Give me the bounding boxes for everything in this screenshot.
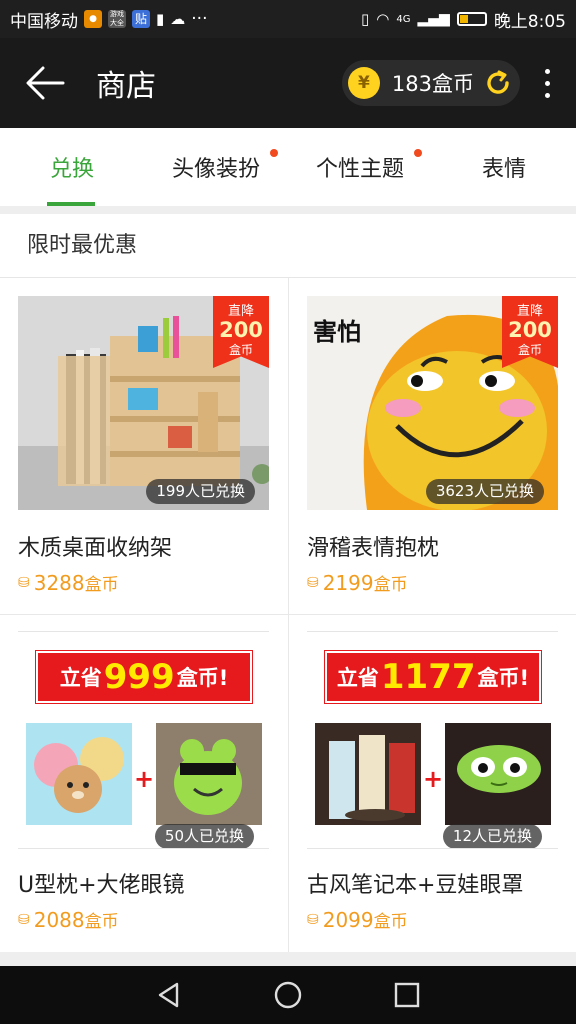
ribbon-text: 直降 [227, 304, 254, 319]
eye-mask-image [445, 723, 551, 825]
alert-icon: ▮ [156, 10, 165, 28]
price-unit: 盒币 [84, 575, 119, 595]
coin-balance: 183盒币 [391, 72, 474, 96]
banner-amount: 1177 [380, 657, 476, 697]
savings-banner: 立省 1177 盒币! [324, 650, 542, 704]
price-value: 3288 [33, 570, 85, 595]
tab-avatar-decoration[interactable]: 头像装扮 [144, 128, 288, 206]
product-price: ⛁ 3288 盒币 [18, 570, 119, 596]
price-value: 2088 [33, 907, 85, 932]
section-title: 限时最优惠 [0, 214, 576, 278]
status-bar: 中国移动 ● 游戏大全 贴 ▮ ☁ ··· ▯ ◠ 4G ▂▄▆ 晚上8:05 [0, 0, 576, 38]
tab-label: 表情 [481, 157, 526, 182]
product-price: ⛁ 2099 盒币 [307, 907, 408, 933]
product-name: U型枕+大佬眼镜 [18, 873, 185, 898]
savings-banner: 立省 999 盒币! [35, 650, 253, 704]
divider [307, 631, 558, 632]
category-tabs: 兑换 头像装扮 个性主题 表情 [0, 128, 576, 206]
price-value: 2199 [322, 570, 374, 595]
coin-stack-icon: ⛁ [307, 911, 319, 928]
divider [307, 848, 558, 849]
coin-stack-icon: ⛁ [307, 574, 319, 591]
frog-sunglasses-image [156, 723, 262, 825]
product-card[interactable]: 立省 1177 盒币! + 12人已兑换 古风笔记本+豆娃眼罩 ⛁ 2099 盒… [288, 615, 576, 952]
recents-square-icon[interactable] [393, 981, 421, 1009]
redeemed-count-badge: 199人已兑换 [146, 479, 255, 504]
more-dot-icon [544, 68, 550, 74]
banner-prefix: 立省 [59, 666, 102, 690]
price-unit: 盒币 [373, 575, 408, 595]
more-notifications-icon: ··· [191, 9, 208, 29]
product-name: 滑稽表情抱枕 [307, 536, 440, 561]
new-badge-dot [270, 149, 278, 157]
more-dot-icon [544, 80, 550, 86]
weather-icon: ☁ [170, 10, 186, 28]
banner-amount: 999 [103, 657, 175, 697]
divider [18, 631, 269, 632]
plus-icon: + [133, 765, 155, 793]
system-navigation-bar [0, 966, 576, 1024]
coin-stack-icon: ⛁ [18, 911, 30, 928]
ribbon-unit: 盒币 [517, 343, 542, 357]
app-header: 商店 ¥ 183盒币 [0, 38, 576, 128]
product-card[interactable]: 害怕 直降 200 盒币 3623人已兑换 滑稽表情抱枕 ⛁ 2199 盒币 [288, 278, 576, 615]
tab-themes[interactable]: 个性主题 [288, 128, 432, 206]
redeemed-count-badge: 3623人已兑换 [425, 479, 544, 504]
network-label: 4G [396, 13, 411, 25]
tab-label: 个性主题 [315, 157, 404, 182]
price-unit: 盒币 [84, 912, 119, 932]
notification-app-icon: ● [84, 10, 102, 28]
product-name: 木质桌面收纳架 [18, 536, 173, 561]
price-unit: 盒币 [373, 912, 408, 932]
home-circle-icon[interactable] [273, 980, 303, 1010]
banner-prefix: 立省 [336, 666, 379, 690]
notebook-image [315, 723, 421, 825]
tab-label: 头像装扮 [171, 157, 260, 182]
price-value: 2099 [322, 907, 374, 932]
product-price: ⛁ 2199 盒币 [307, 570, 408, 596]
tieba-app-icon: 贴 [132, 10, 150, 28]
banner-suffix: 盒币! [477, 666, 530, 690]
carrier-label: 中国移动 [10, 11, 78, 32]
vibrate-icon: ▯ [361, 10, 370, 28]
game-app-icon: 游戏大全 [108, 10, 126, 28]
more-dot-icon [544, 92, 550, 98]
coin-balance-pill[interactable]: ¥ 183盒币 [341, 60, 520, 106]
ribbon-text: 直降 [516, 304, 543, 319]
new-badge-dot [414, 149, 422, 157]
tab-stickers[interactable]: 表情 [432, 128, 576, 206]
page-title: 商店 [96, 69, 156, 104]
back-triangle-icon[interactable] [155, 981, 183, 1009]
redeemed-count-badge: 50人已兑换 [154, 824, 254, 849]
divider [18, 848, 269, 849]
product-card[interactable]: 立省 999 盒币! + 50人已兑换 U型枕+大佬眼镜 ⛁ 2088 盒币 [0, 615, 288, 952]
refresh-icon[interactable] [484, 69, 512, 97]
product-image: 害怕 直降 200 盒币 3623人已兑换 [307, 296, 558, 510]
ribbon-amount: 200 [219, 318, 263, 342]
product-price: ⛁ 2088 盒币 [18, 907, 119, 933]
tab-label: 兑换 [49, 157, 94, 182]
ribbon-unit: 盒币 [228, 343, 253, 357]
product-grid: 直降 200 盒币 199人已兑换 木质桌面收纳架 ⛁ 3288 盒币 害怕 直… [0, 278, 576, 952]
arrow-left-icon [26, 66, 65, 100]
coin-icon: ¥ [347, 67, 380, 99]
coin-stack-icon: ⛁ [18, 574, 30, 591]
tab-exchange[interactable]: 兑换 [0, 128, 144, 206]
wifi-icon: ◠ [376, 10, 390, 28]
redeemed-count-badge: 12人已兑换 [442, 824, 542, 849]
product-image: 直降 200 盒币 199人已兑换 [18, 296, 269, 510]
back-button[interactable] [0, 38, 90, 128]
ribbon-amount: 200 [508, 318, 552, 342]
banner-suffix: 盒币! [176, 666, 229, 690]
product-card[interactable]: 直降 200 盒币 199人已兑换 木质桌面收纳架 ⛁ 3288 盒币 [0, 278, 288, 615]
battery-icon [456, 12, 487, 26]
signal-icon: ▂▄▆ [417, 11, 450, 27]
image-caption: 害怕 [313, 317, 361, 346]
product-name: 古风笔记本+豆娃眼罩 [307, 873, 524, 898]
plus-icon: + [422, 765, 444, 793]
more-options-button[interactable] [530, 38, 564, 128]
neck-pillow-image [26, 723, 132, 825]
clock: 晚上8:05 [493, 11, 566, 32]
